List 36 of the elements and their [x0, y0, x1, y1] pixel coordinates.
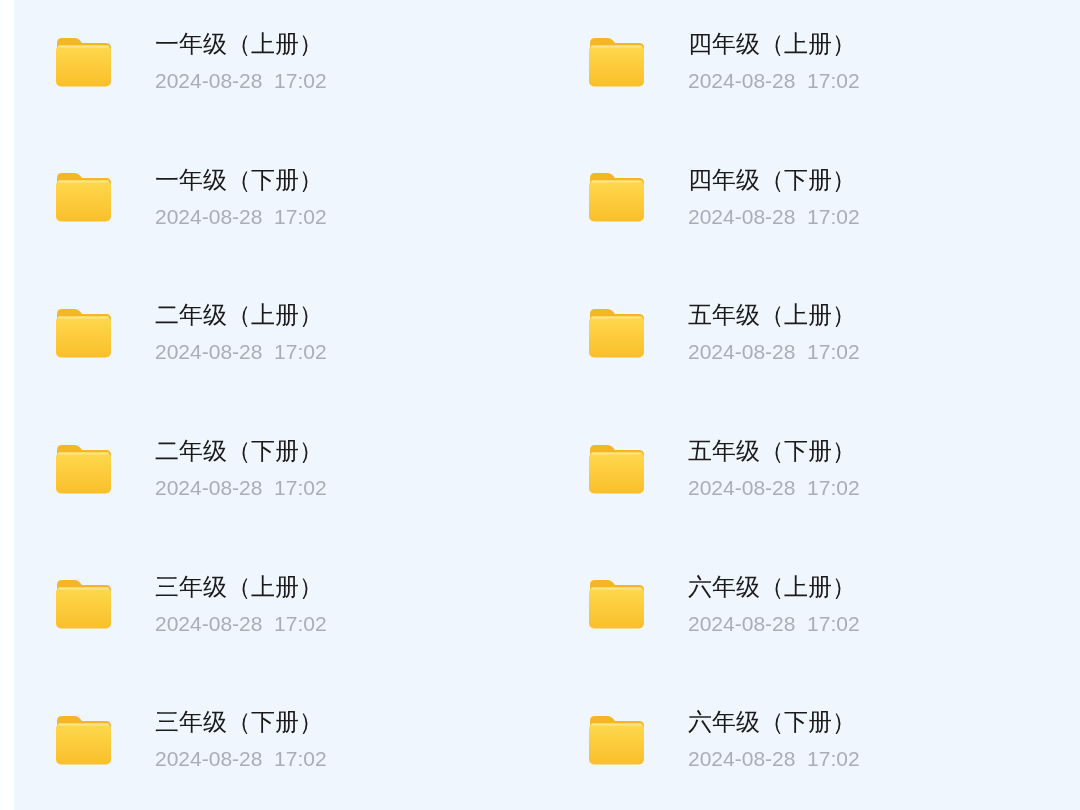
folder-name[interactable]: 三年级（上册） — [155, 571, 327, 602]
modified-date: 2024-08-28 17:02 — [155, 339, 327, 366]
modified-date: 2024-08-28 17:02 — [688, 68, 860, 95]
modified-date: 2024-08-28 17:02 — [688, 203, 860, 230]
folder-name[interactable]: 二年级（上册） — [155, 300, 327, 331]
modified-date: 2024-08-28 17:02 — [688, 339, 860, 366]
folder-icon — [588, 714, 645, 765]
folder-name[interactable]: 四年级（下册） — [688, 164, 860, 195]
folder-icon — [588, 172, 645, 223]
modified-date: 2024-08-28 17:02 — [155, 203, 327, 230]
modified-date: 2024-08-28 17:02 — [688, 746, 860, 773]
folder-icon — [588, 36, 645, 87]
folder-name[interactable]: 五年级（上册） — [688, 300, 860, 331]
folder-name[interactable]: 五年级（下册） — [688, 436, 860, 467]
folder-icon — [55, 579, 112, 630]
modified-date: 2024-08-28 17:02 — [155, 68, 327, 95]
folder-name[interactable]: 六年级（上册） — [688, 571, 860, 602]
modified-date: 2024-08-28 17:02 — [155, 475, 327, 502]
modified-date: 2024-08-28 17:02 — [688, 475, 860, 502]
folder-icon — [55, 308, 112, 358]
folder-icon — [55, 443, 112, 494]
folder-icon — [55, 36, 112, 87]
folder-icon — [588, 308, 645, 358]
folder-name[interactable]: 三年级（下册） — [155, 707, 327, 738]
folder-name[interactable]: 六年级（下册） — [688, 707, 860, 738]
folder-icon — [55, 172, 112, 223]
modified-date: 2024-08-28 17:02 — [155, 746, 327, 773]
folder-icon — [588, 579, 645, 630]
folder-name[interactable]: 二年级（下册） — [155, 436, 327, 467]
folder-name[interactable]: 一年级（上册） — [155, 29, 327, 60]
folder-icon — [588, 443, 645, 494]
modified-date: 2024-08-28 17:02 — [688, 610, 860, 637]
folder-name[interactable]: 一年级（下册） — [155, 164, 327, 195]
folder-name[interactable]: 四年级（上册） — [688, 29, 860, 60]
folder-icon — [55, 714, 112, 765]
modified-date: 2024-08-28 17:02 — [155, 610, 327, 637]
